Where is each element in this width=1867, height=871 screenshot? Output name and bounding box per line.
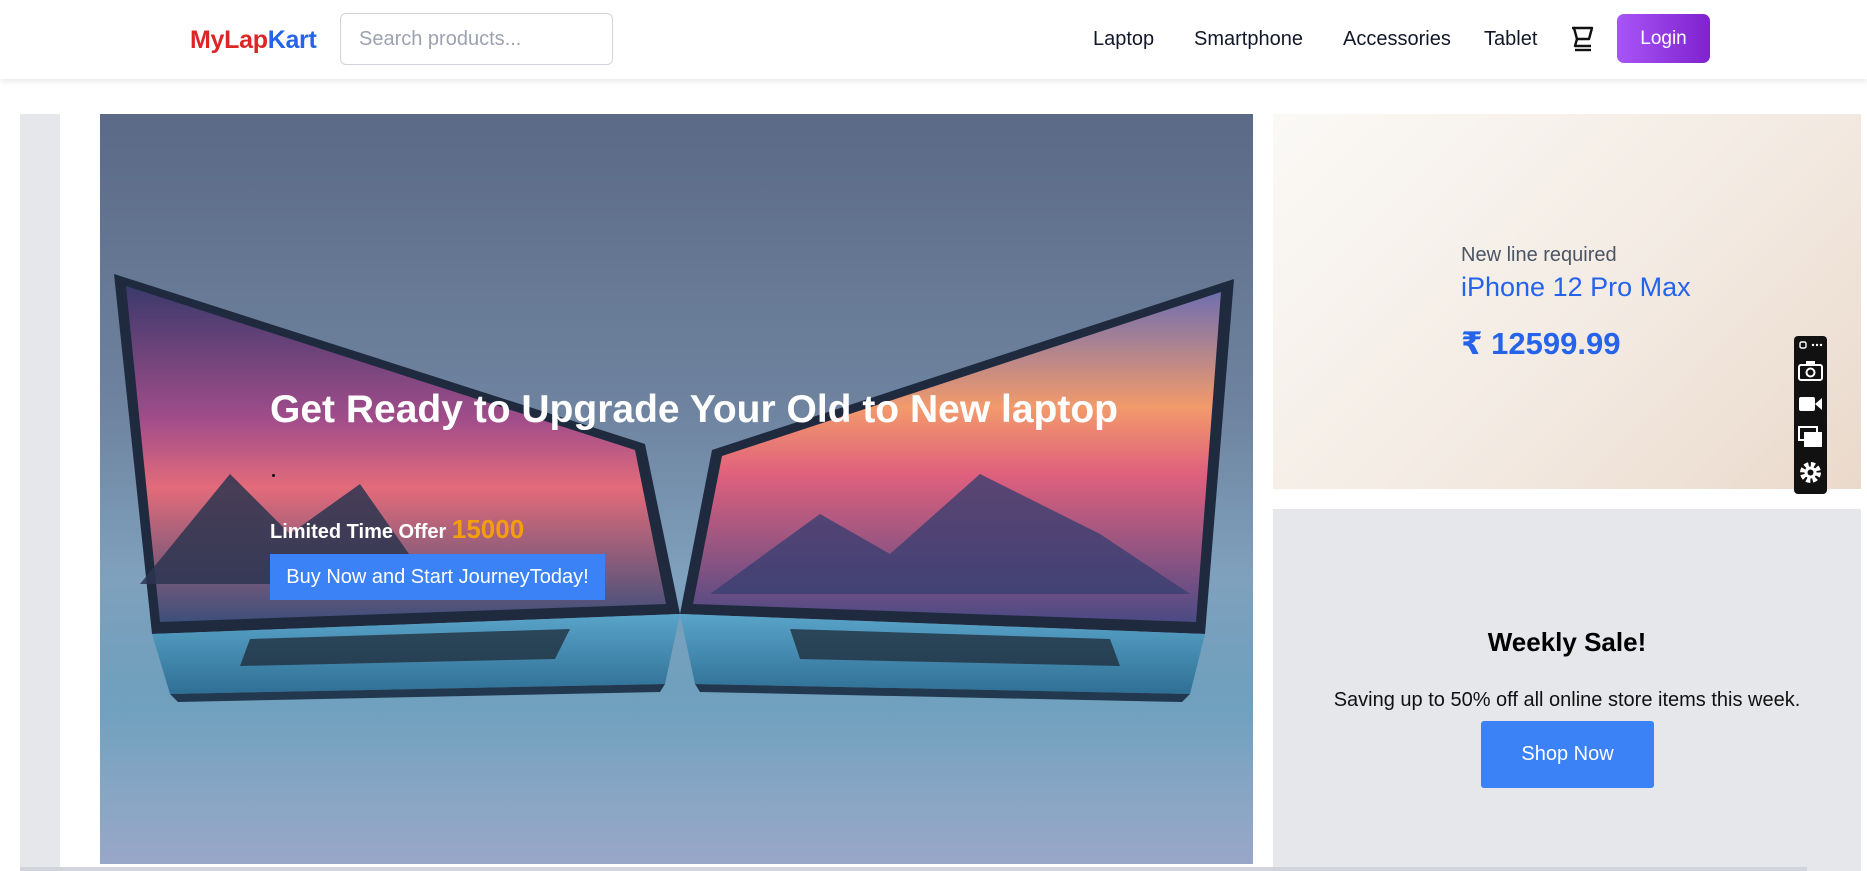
promo-subtitle: New line required: [1461, 244, 1617, 266]
camera-icon[interactable]: [1798, 360, 1823, 382]
buy-now-button[interactable]: Buy Now and Start JourneyToday!: [270, 554, 605, 600]
login-button[interactable]: Login: [1617, 14, 1710, 63]
promo-price: ₹ 12599.99: [1461, 326, 1621, 361]
link-icon[interactable]: [1798, 340, 1823, 350]
top-navbar: MyLapKart Laptop Smartphone Accessories …: [0, 0, 1867, 79]
gear-icon[interactable]: [1798, 460, 1823, 485]
hero-title: Get Ready to Upgrade Your Old to New lap…: [270, 388, 1118, 431]
nav-link-accessories[interactable]: Accessories: [1343, 28, 1451, 51]
shop-now-button[interactable]: Shop Now: [1481, 721, 1654, 788]
weekly-sale-card: Weekly Sale! Saving up to 50% off all on…: [1273, 509, 1861, 871]
offer-label: Limited Time Offer: [270, 521, 447, 543]
nav-link-smartphone[interactable]: Smartphone: [1194, 28, 1303, 51]
cart-icon[interactable]: [1569, 24, 1597, 54]
offer-line: Limited Time Offer 15000: [270, 514, 524, 545]
hero-dot: [272, 474, 275, 477]
horizontal-scrollbar[interactable]: [20, 867, 1807, 871]
iphone-promo-card[interactable]: New line required iPhone 12 Pro Max ₹ 12…: [1273, 114, 1861, 489]
promo-product-title[interactable]: iPhone 12 Pro Max: [1461, 272, 1691, 303]
nav-link-laptop[interactable]: Laptop: [1093, 28, 1154, 51]
brand-logo[interactable]: MyLapKart: [190, 26, 317, 55]
offer-amount: 15000: [451, 514, 525, 544]
search-input[interactable]: [340, 13, 613, 65]
screens-icon[interactable]: [1798, 426, 1823, 448]
hero-laptops-illustration: [100, 274, 1253, 864]
carousel-left-edge: [20, 114, 60, 871]
nav-link-tablet[interactable]: Tablet: [1484, 28, 1537, 51]
logo-part-mylap: MyLap: [190, 26, 268, 54]
hero-banner: Get Ready to Upgrade Your Old to New lap…: [100, 114, 1253, 864]
weekly-sale-text: Saving up to 50% off all online store it…: [1333, 689, 1801, 711]
floating-capture-toolbar: [1794, 336, 1827, 494]
video-icon[interactable]: [1798, 394, 1823, 414]
logo-part-kart: Kart: [267, 26, 317, 54]
weekly-sale-title: Weekly Sale!: [1487, 627, 1647, 657]
